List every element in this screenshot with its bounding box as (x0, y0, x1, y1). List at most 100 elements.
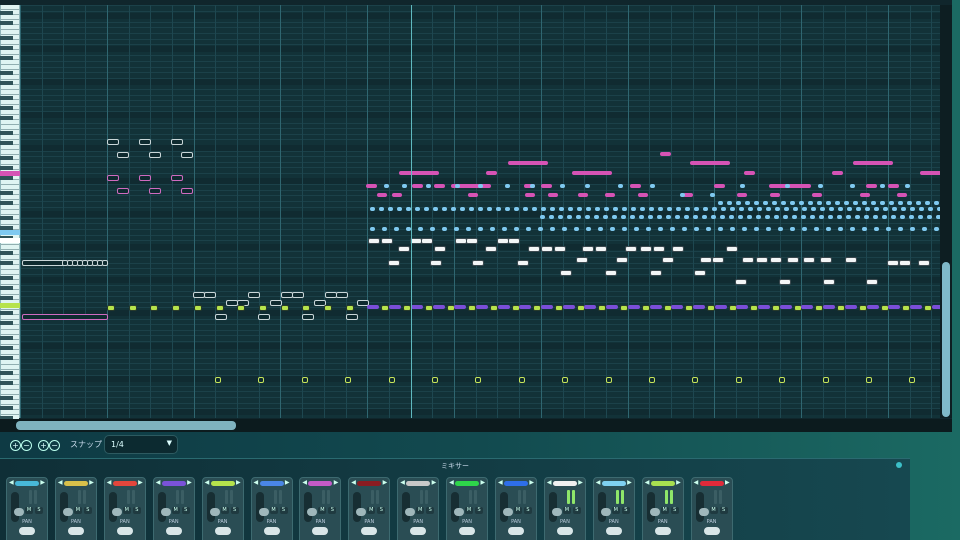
prev-arrow-icon[interactable]: ◀ (58, 479, 63, 486)
pan-knob[interactable] (214, 527, 231, 535)
fader-knob[interactable] (209, 508, 220, 516)
mixer-channel-strip[interactable]: ◀ ▶ M S PAN (299, 477, 342, 540)
fader-knob[interactable] (111, 508, 122, 516)
volume-fader[interactable] (402, 492, 416, 522)
mixer-channel-strip[interactable]: ◀ ▶ M S PAN (103, 477, 146, 540)
mute-button[interactable]: M (562, 507, 571, 514)
mute-button[interactable]: M (73, 507, 82, 514)
volume-fader[interactable] (157, 492, 171, 522)
pan-knob[interactable] (312, 527, 329, 535)
next-arrow-icon[interactable]: ▶ (40, 479, 45, 486)
mute-button[interactable]: M (416, 507, 425, 514)
solo-button[interactable]: S (475, 507, 484, 514)
next-arrow-icon[interactable]: ▶ (578, 479, 583, 486)
piano-keyboard[interactable] (0, 5, 20, 425)
volume-fader[interactable] (206, 492, 220, 522)
note-grid[interactable] (20, 5, 940, 418)
zoom-in-v-icon[interactable]: + (38, 440, 49, 451)
pan-knob[interactable] (605, 527, 622, 535)
mixer-channel-strip[interactable]: ◀ ▶ M S PAN (250, 477, 293, 540)
mute-button[interactable]: M (709, 507, 718, 514)
fader-knob[interactable] (551, 508, 562, 516)
next-arrow-icon[interactable]: ▶ (432, 479, 437, 486)
fader-knob[interactable] (405, 508, 416, 516)
mixer-channel-strip[interactable]: ◀ ▶ M S PAN (201, 477, 244, 540)
vertical-scrollbar[interactable] (940, 5, 952, 418)
volume-fader[interactable] (59, 492, 73, 522)
solo-button[interactable]: S (377, 507, 386, 514)
volume-fader[interactable] (353, 492, 367, 522)
snap-select[interactable]: 1/4 ▼ (104, 435, 178, 454)
volume-fader[interactable] (597, 492, 611, 522)
next-arrow-icon[interactable]: ▶ (187, 479, 192, 486)
fader-knob[interactable] (14, 508, 24, 516)
prev-arrow-icon[interactable]: ◀ (596, 479, 601, 486)
mute-button[interactable]: M (122, 507, 131, 514)
zoom-out-h-icon[interactable]: − (21, 440, 32, 451)
mute-button[interactable]: M (318, 507, 327, 514)
solo-button[interactable]: S (719, 507, 728, 514)
next-arrow-icon[interactable]: ▶ (676, 479, 681, 486)
prev-arrow-icon[interactable]: ◀ (254, 479, 259, 486)
zoom-out-v-icon[interactable]: − (49, 440, 60, 451)
next-arrow-icon[interactable]: ▶ (285, 479, 290, 486)
mute-button[interactable]: M (465, 507, 474, 514)
pan-knob[interactable] (556, 527, 573, 535)
pan-knob[interactable] (67, 527, 84, 535)
fader-knob[interactable] (698, 508, 709, 516)
next-arrow-icon[interactable]: ▶ (89, 479, 94, 486)
next-arrow-icon[interactable]: ▶ (480, 479, 485, 486)
solo-button[interactable]: S (181, 507, 190, 514)
fader-knob[interactable] (160, 508, 171, 516)
volume-fader[interactable] (11, 492, 24, 522)
prev-arrow-icon[interactable]: ◀ (302, 479, 307, 486)
fader-knob[interactable] (62, 508, 73, 516)
mute-button[interactable]: M (171, 507, 180, 514)
solo-button[interactable]: S (328, 507, 337, 514)
fader-knob[interactable] (454, 508, 465, 516)
volume-fader[interactable] (304, 492, 318, 522)
horizontal-scrollbar[interactable] (0, 419, 952, 432)
solo-button[interactable]: S (132, 507, 141, 514)
pan-knob[interactable] (19, 527, 35, 535)
volume-fader[interactable] (548, 492, 562, 522)
prev-arrow-icon[interactable]: ◀ (351, 479, 356, 486)
vertical-scroll-thumb[interactable] (942, 262, 950, 417)
prev-arrow-icon[interactable]: ◀ (205, 479, 210, 486)
playhead[interactable] (411, 5, 412, 418)
volume-fader[interactable] (108, 492, 122, 522)
prev-arrow-icon[interactable]: ◀ (694, 479, 699, 486)
prev-arrow-icon[interactable]: ◀ (156, 479, 161, 486)
solo-button[interactable]: S (35, 507, 43, 514)
mixer-channel-strip[interactable]: ◀ ▶ M S PAN (495, 477, 537, 540)
fader-knob[interactable] (600, 508, 611, 516)
next-arrow-icon[interactable]: ▶ (529, 479, 534, 486)
pan-knob[interactable] (410, 527, 427, 535)
prev-arrow-icon[interactable]: ◀ (498, 479, 503, 486)
volume-fader[interactable] (646, 492, 660, 522)
pan-knob[interactable] (263, 527, 280, 535)
mute-button[interactable]: M (514, 507, 522, 514)
zoom-in-h-icon[interactable]: + (10, 440, 21, 451)
mixer-channel-strip[interactable]: ◀ ▶ M S PAN (641, 477, 684, 540)
volume-fader[interactable] (695, 492, 709, 522)
pan-knob[interactable] (654, 527, 671, 535)
mixer-channel-strip[interactable]: ◀ ▶ M S PAN (592, 477, 635, 540)
pan-knob[interactable] (361, 527, 378, 535)
pan-knob[interactable] (508, 527, 524, 535)
solo-button[interactable]: S (621, 507, 630, 514)
pan-knob[interactable] (165, 527, 182, 535)
pan-knob[interactable] (703, 527, 720, 535)
prev-arrow-icon[interactable]: ◀ (449, 479, 454, 486)
pan-knob[interactable] (116, 527, 133, 535)
pan-knob[interactable] (459, 527, 476, 535)
fader-knob[interactable] (258, 508, 269, 516)
solo-button[interactable]: S (572, 507, 581, 514)
prev-arrow-icon[interactable]: ◀ (645, 479, 650, 486)
solo-button[interactable]: S (426, 507, 435, 514)
fader-knob[interactable] (503, 508, 513, 516)
mute-button[interactable]: M (269, 507, 278, 514)
prev-arrow-icon[interactable]: ◀ (9, 479, 14, 486)
mixer-channel-strip[interactable]: ◀ ▶ M S PAN (54, 477, 97, 540)
horizontal-scroll-thumb[interactable] (16, 421, 236, 430)
